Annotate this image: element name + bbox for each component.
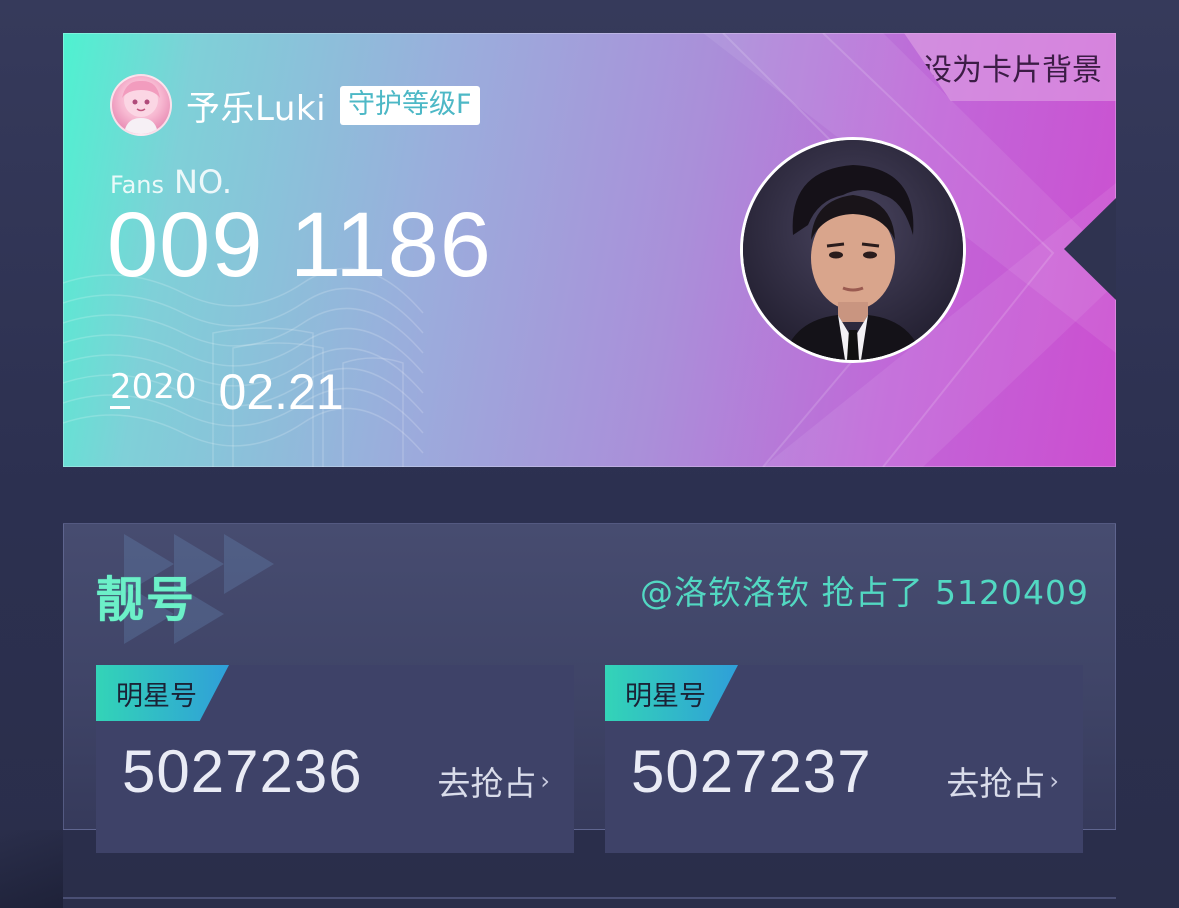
star-avatar[interactable] — [740, 137, 966, 363]
grab-label: 去抢占 — [946, 764, 1046, 803]
nice-number-card[interactable]: 明星号 5027237 去抢占 › — [605, 665, 1083, 853]
join-date: 2020 02.21 — [110, 363, 344, 421]
date-year-text: 2020 — [110, 367, 197, 407]
nice-number-card[interactable]: 明星号 5027236 去抢占 › — [96, 665, 574, 853]
star-number-tag: 明星号 — [96, 665, 229, 721]
grab-button[interactable]: 去抢占 › — [437, 757, 550, 805]
chevron-right-icon: › — [1049, 767, 1059, 795]
date-year-underline — [110, 406, 130, 409]
grab-label: 去抢占 — [437, 764, 537, 803]
grab-button[interactable]: 去抢占 › — [946, 757, 1059, 805]
page: 设为卡片背景 予乐Luki 守护等级F Fans NO. 009 1186 20… — [0, 0, 1179, 908]
date-year: 2020 — [110, 367, 197, 409]
anime-avatar-icon — [122, 80, 160, 134]
bottom-left-shadow — [0, 830, 63, 908]
nice-number-value: 5027237 — [631, 738, 872, 805]
star-number-tag: 明星号 — [605, 665, 738, 721]
fans-number: 009 1186 — [107, 194, 492, 296]
date-month-day: 02.21 — [218, 364, 344, 420]
user-info-row: 予乐Luki 守护等级F — [110, 74, 480, 136]
username: 予乐Luki — [186, 88, 327, 129]
nice-number-value: 5027236 — [122, 738, 363, 805]
divider — [63, 897, 1116, 899]
fan-card: 设为卡片背景 予乐Luki 守护等级F Fans NO. 009 1186 20… — [63, 33, 1116, 467]
user-avatar[interactable] — [110, 74, 172, 136]
chevron-right-icon: › — [540, 767, 550, 795]
grab-info[interactable]: @洛钦洛钦 抢占了 5120409 — [640, 566, 1089, 614]
guard-level-badge: 守护等级F — [340, 85, 480, 125]
nice-number-title: 靓号 — [96, 572, 197, 628]
star-portrait-icon — [743, 140, 963, 360]
